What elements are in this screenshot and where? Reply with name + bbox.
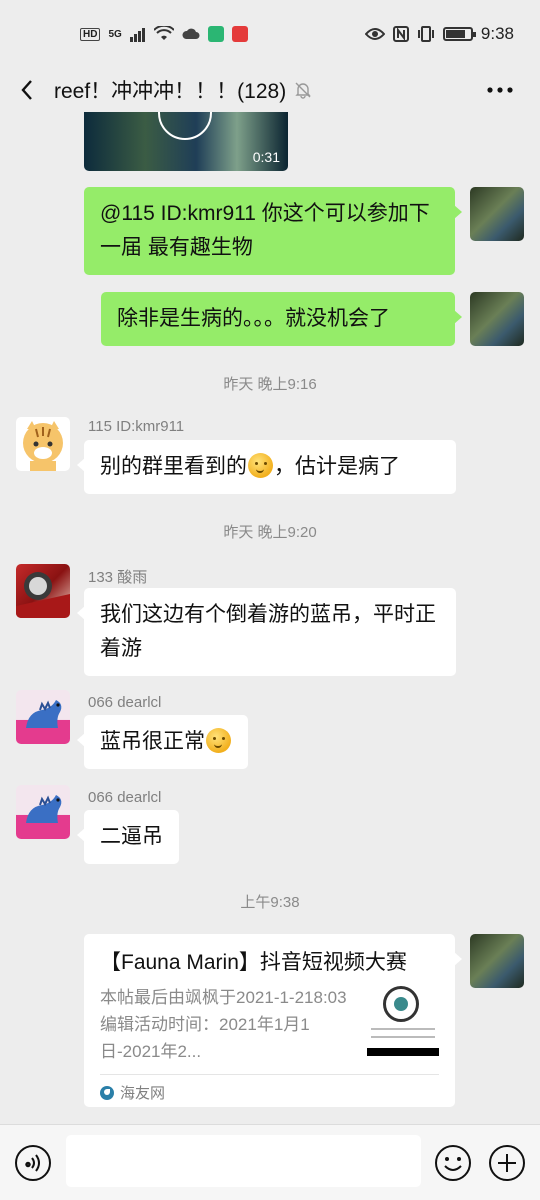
link-card-source: 海友网 [100, 1082, 165, 1103]
status-bar: HD 5G 9:38 [0, 0, 540, 68]
input-bar [0, 1124, 540, 1200]
message-text: 除非是生病的。。。就没机会了 [117, 307, 390, 330]
signal-icon [129, 28, 145, 42]
avatar[interactable] [16, 417, 70, 471]
battery-icon [442, 27, 476, 41]
message-bubble[interactable]: @115 ID:kmr911 你这个可以参加下一届 最有趣生物 [84, 187, 462, 275]
avatar[interactable] [16, 690, 70, 744]
vibrate-icon [417, 26, 434, 42]
dinosaur-avatar-icon [26, 700, 62, 728]
voice-input-icon[interactable] [14, 1144, 52, 1182]
message-text: @115 ID:kmr911 你这个可以参加下一届 最有趣生物 [100, 202, 430, 259]
message-text: 二逼吊 [100, 825, 163, 848]
link-card[interactable]: 【Fauna Marin】抖音短视频大赛 本帖最后由飒枫于2021-1-218:… [84, 934, 462, 1107]
eye-icon [364, 28, 385, 40]
message-text: 我们这边有个倒着游的蓝吊，平时正着游 [100, 603, 436, 660]
tiger-avatar-icon [23, 421, 63, 471]
mute-bell-icon [295, 82, 311, 99]
qr-code-icon [383, 986, 419, 1022]
back-arrow-icon[interactable] [16, 78, 40, 102]
sender-name: 115 ID:kmr911 [88, 418, 185, 435]
link-card-thumbnail [367, 986, 439, 1058]
message-bubble[interactable]: 蓝吊很正常 [77, 715, 248, 769]
avatar[interactable] [16, 564, 70, 618]
source-label: 海友网 [120, 1085, 166, 1102]
signal-5g-label: 5G [108, 28, 122, 40]
car-headlight-avatar-icon [16, 572, 70, 618]
clock: 9:38 [480, 24, 514, 43]
sender-name: 066 dearlcl [88, 789, 162, 806]
status-left: HD 5G [80, 26, 248, 42]
source-logo-icon [100, 1085, 114, 1100]
timestamp: 上午9:38 [240, 894, 300, 911]
chat-title: reef！冲冲冲！！！(128) [54, 80, 287, 103]
more-options-icon[interactable] [486, 78, 514, 102]
message-text: ，估计是病了 [274, 455, 400, 478]
divider [100, 1074, 439, 1075]
message-bubble[interactable]: 除非是生病的。。。就没机会了 [101, 292, 462, 346]
avatar[interactable] [470, 187, 524, 241]
avatar[interactable] [470, 934, 524, 988]
app-notification-icon [207, 26, 224, 42]
status-right: 9:38 [364, 24, 514, 44]
sender-name: 066 dearlcl [88, 694, 162, 711]
message-text: 蓝吊很正常 [100, 730, 205, 753]
link-card-description: 本帖最后由飒枫于2021-1-218:03编辑活动时间：2021年1月1日-20… [100, 988, 347, 1061]
message-text: 别的群里看到的 [100, 455, 247, 478]
app-notification-icon [231, 26, 248, 42]
chat-header: reef！冲冲冲！！！(128) [0, 68, 540, 112]
message-bubble[interactable]: 别的群里看到的 ，估计是病了 [77, 440, 456, 494]
timestamp: 昨天 晚上9:20 [223, 524, 317, 541]
hd-badge: HD [80, 27, 101, 41]
dinosaur-avatar-icon [26, 795, 62, 823]
play-icon [158, 112, 212, 140]
message-bubble[interactable]: 二逼吊 [77, 810, 179, 864]
thinking-emoji-icon [206, 728, 231, 753]
sender-name: 133 酸雨 [88, 569, 148, 586]
timestamp: 昨天 晚上9:16 [223, 376, 317, 393]
avatar[interactable] [470, 292, 524, 346]
message-bubble[interactable]: 我们这边有个倒着游的蓝吊，平时正着游 [77, 588, 456, 676]
emoji-icon[interactable] [434, 1144, 472, 1182]
thinking-emoji-icon [248, 453, 273, 478]
nfc-icon [392, 26, 409, 42]
video-message[interactable]: 0:31 [84, 112, 288, 171]
avatar[interactable] [16, 785, 70, 839]
add-plus-icon[interactable] [488, 1144, 526, 1182]
wifi-icon [153, 26, 174, 40]
link-card-title: 【Fauna Marin】抖音短视频大赛 [100, 951, 407, 974]
video-duration: 0:31 [252, 149, 280, 165]
chat-area[interactable]: 0:31 @115 ID:kmr911 你这个可以参加下一届 最有趣生物 除非是… [0, 112, 540, 1124]
message-input[interactable] [66, 1135, 421, 1187]
cloud-icon [182, 28, 200, 39]
